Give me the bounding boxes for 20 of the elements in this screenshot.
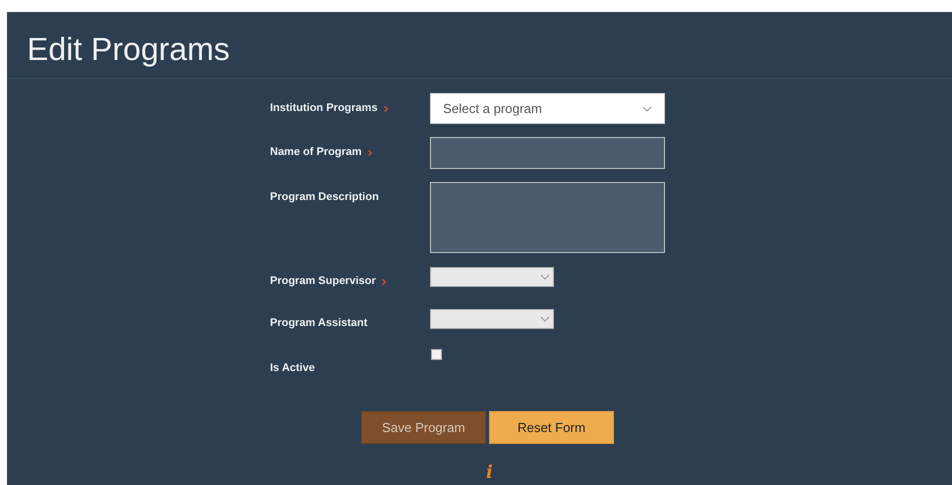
chevron-icon — [540, 316, 550, 322]
chevron-icon — [540, 274, 550, 280]
save-button[interactable]: Save Program — [361, 411, 486, 444]
field-label: Institution Programs — [270, 101, 378, 115]
reset-button[interactable]: Reset Form — [489, 411, 614, 444]
field-label: Is Active — [270, 361, 315, 375]
info-icon[interactable]: i — [486, 462, 493, 483]
page-title: Edit Programs — [27, 30, 231, 68]
field-label: Name of Program — [270, 145, 362, 159]
field-label: Program Description — [270, 190, 379, 204]
person-select[interactable] — [430, 267, 554, 287]
select-placeholder: Select a program — [443, 100, 542, 118]
program-select[interactable]: Select a program — [430, 93, 665, 124]
text-input[interactable] — [430, 137, 665, 169]
field-label: Program Assistant — [270, 316, 368, 330]
chevron-icon — [642, 106, 652, 112]
active-checkbox[interactable] — [431, 349, 442, 360]
person-select[interactable] — [430, 309, 554, 329]
textarea-input[interactable] — [430, 182, 665, 253]
field-label: Program Supervisor — [270, 274, 376, 288]
